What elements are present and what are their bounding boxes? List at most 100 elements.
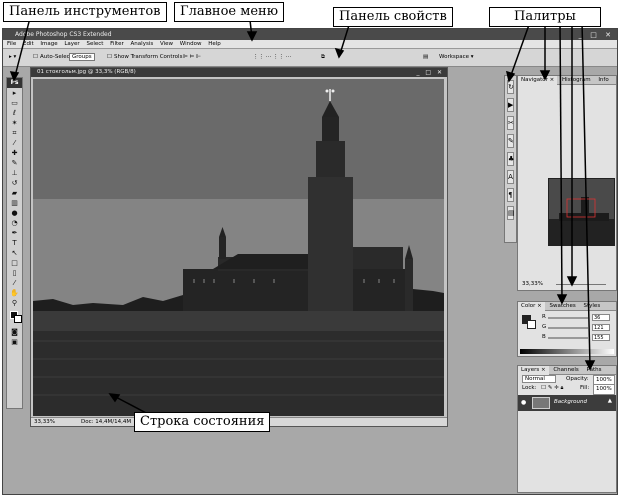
menu-edit[interactable]: Edit <box>23 41 34 47</box>
zoom-tool-icon[interactable]: ⚲ <box>9 299 20 308</box>
layers-lock-row: Lock: ☐ ✎ ✛ 🔒︎ Fill: 100% <box>518 384 616 395</box>
notes-tool-icon[interactable]: ▯ <box>9 269 20 278</box>
hand-tool-icon[interactable]: ✋ <box>9 289 20 298</box>
menu-view[interactable]: View <box>160 41 173 47</box>
show-transform-checkbox[interactable]: ☐ <box>107 54 112 60</box>
tab-paths[interactable]: Paths <box>584 366 605 375</box>
layers-blend-row: Normal Opacity: 100% <box>518 375 616 386</box>
menu-help[interactable]: Help <box>208 41 221 47</box>
workspace-button[interactable]: Workspace ▾ <box>439 54 474 60</box>
align-icons[interactable]: ⊫ ⊨ ⊩ <box>183 54 201 60</box>
color-r-label: R <box>542 314 546 320</box>
status-doc-size[interactable]: Doc: 14,4M/14,4M <box>81 418 131 427</box>
tab-navigator[interactable]: Navigator × <box>518 76 558 85</box>
tab-histogram[interactable]: Histogram <box>559 76 594 85</box>
screen-mode-icon[interactable]: ▣ <box>9 338 20 347</box>
gradient-tool-icon[interactable]: ▥ <box>9 199 20 208</box>
history-panel-icon[interactable]: ↻ <box>507 80 514 94</box>
navigator-thumbnail[interactable] <box>548 178 615 246</box>
tab-channels[interactable]: Channels <box>550 366 581 375</box>
healing-brush-tool-icon[interactable]: ✚ <box>9 149 20 158</box>
collapsed-panel-dock: ↻ ▶ ✂ ✎ ♣ A ¶ ▤ <box>504 75 517 243</box>
eyedropper-tool-icon[interactable]: ⁄ <box>9 139 20 148</box>
menu-filter[interactable]: Filter <box>110 41 124 47</box>
color-b-slider[interactable] <box>548 337 588 339</box>
navigator-zoom-row: 33,33% <box>518 280 616 289</box>
bridge-icon[interactable]: ▤ <box>423 54 428 60</box>
history-brush-tool-icon[interactable]: ↺ <box>9 179 20 188</box>
visibility-eye-icon[interactable]: ● <box>521 399 526 406</box>
image-canvas[interactable] <box>33 79 444 416</box>
move-tool-preset-icon[interactable]: ▸ ▾ <box>9 54 16 60</box>
color-r-row: R 36 <box>538 313 616 322</box>
color-panel: Color × Swatches Styles R 36 G 121 B 155 <box>517 301 617 357</box>
eyedropper2-tool-icon[interactable]: ⁄ <box>9 279 20 288</box>
tab-layers[interactable]: Layers × <box>518 366 549 375</box>
auto-select-checkbox[interactable]: ☐ <box>33 54 38 60</box>
pen-tool-icon[interactable]: ✒ <box>9 229 20 238</box>
color-b-value[interactable]: 155 <box>592 334 610 341</box>
color-r-slider[interactable] <box>548 317 588 319</box>
tab-color[interactable]: Color × <box>518 302 545 311</box>
character-panel-icon[interactable]: A <box>507 170 514 184</box>
dodge-tool-icon[interactable]: ◔ <box>9 219 20 228</box>
lasso-tool-icon[interactable]: ℓ <box>9 109 20 118</box>
fill-value[interactable]: 100% <box>593 384 615 395</box>
navigator-zoom-slider[interactable] <box>556 284 606 285</box>
navigator-zoom[interactable]: 33,33% <box>522 281 543 287</box>
color-g-slider[interactable] <box>548 327 588 329</box>
actions-panel-icon[interactable]: ▶ <box>507 98 514 112</box>
menu-layer[interactable]: Layer <box>64 41 79 47</box>
menu-window[interactable]: Window <box>180 41 202 47</box>
type-tool-icon[interactable]: T <box>9 239 20 248</box>
color-swatches[interactable] <box>9 309 22 327</box>
tab-styles[interactable]: Styles <box>581 302 604 311</box>
menu-image[interactable]: Image <box>40 41 57 47</box>
navigator-tabs: Navigator × Histogram Info <box>518 76 616 85</box>
app-titlebar: Adobe Photoshop CS3 Extended _ □ ✕ <box>3 29 617 40</box>
brush-tool-icon[interactable]: ✎ <box>9 159 20 168</box>
layers-panel: Layers × Channels Paths Normal Opacity: … <box>517 365 617 493</box>
distribute-icons[interactable]: ⋮⋮ ⋯ ⋮⋮ ⋯ <box>253 54 291 60</box>
menu-analysis[interactable]: Analysis <box>131 41 154 47</box>
shape-tool-icon[interactable]: □ <box>9 259 20 268</box>
color-g-row: G 121 <box>538 323 616 332</box>
menu-select[interactable]: Select <box>86 41 103 47</box>
layer-row-background[interactable]: ● Background ▲ <box>518 395 616 411</box>
clone-stamp-tool-icon[interactable]: ⊥ <box>9 169 20 178</box>
auto-align-icon[interactable]: ⧉ <box>321 54 325 61</box>
color-g-value[interactable]: 121 <box>592 324 610 331</box>
marquee-tool-icon[interactable]: ▭ <box>9 99 20 108</box>
blur-tool-icon[interactable]: ● <box>9 209 20 218</box>
options-bar: ▸ ▾ ☐ Auto-Select: Groups ☐ Show Transfo… <box>3 49 617 67</box>
lock-icons[interactable]: ☐ ✎ ✛ 🔒︎ <box>541 385 563 391</box>
eraser-tool-icon[interactable]: ▰ <box>9 189 20 198</box>
app-title: Adobe Photoshop CS3 Extended <box>15 31 112 38</box>
magic-wand-tool-icon[interactable]: ✶ <box>9 119 20 128</box>
tool-presets-icon[interactable]: ✂ <box>507 116 514 130</box>
document-window: 01 стокгольм.jpg @ 33,3% (RGB/8) _ □ ✕ 3… <box>30 67 448 427</box>
layer-comps-icon[interactable]: ▤ <box>507 206 515 220</box>
move-tool-icon[interactable]: ▸ <box>9 89 20 98</box>
auto-select-dropdown[interactable]: Groups <box>69 53 95 61</box>
path-selection-tool-icon[interactable]: ↖ <box>9 249 20 258</box>
color-r-value[interactable]: 36 <box>592 314 610 321</box>
status-zoom[interactable]: 33,33% <box>34 418 55 427</box>
menu-file[interactable]: File <box>7 41 16 47</box>
paragraph-panel-icon[interactable]: ¶ <box>507 188 514 202</box>
clone-source-icon[interactable]: ♣ <box>507 152 514 166</box>
blend-mode-dropdown[interactable]: Normal <box>522 375 556 383</box>
background-color-icon[interactable] <box>14 315 22 323</box>
tab-info[interactable]: Info <box>595 76 611 85</box>
fill-label: Fill: <box>580 385 590 391</box>
color-ramp[interactable] <box>520 349 614 354</box>
crop-tool-icon[interactable]: ⌗ <box>9 129 20 138</box>
brushes-panel-icon[interactable]: ✎ <box>507 134 514 148</box>
opacity-label: Opacity: <box>566 376 589 382</box>
document-titlebar[interactable]: 01 стокгольм.jpg @ 33,3% (RGB/8) _ □ ✕ <box>31 68 447 77</box>
color-b-row: B 155 <box>538 333 616 342</box>
quick-mask-icon[interactable]: ◙ <box>9 328 20 337</box>
tab-swatches[interactable]: Swatches <box>546 302 578 311</box>
document-window-controls[interactable]: _ □ ✕ <box>416 68 444 77</box>
color-bg-swatch-icon[interactable] <box>527 320 536 329</box>
